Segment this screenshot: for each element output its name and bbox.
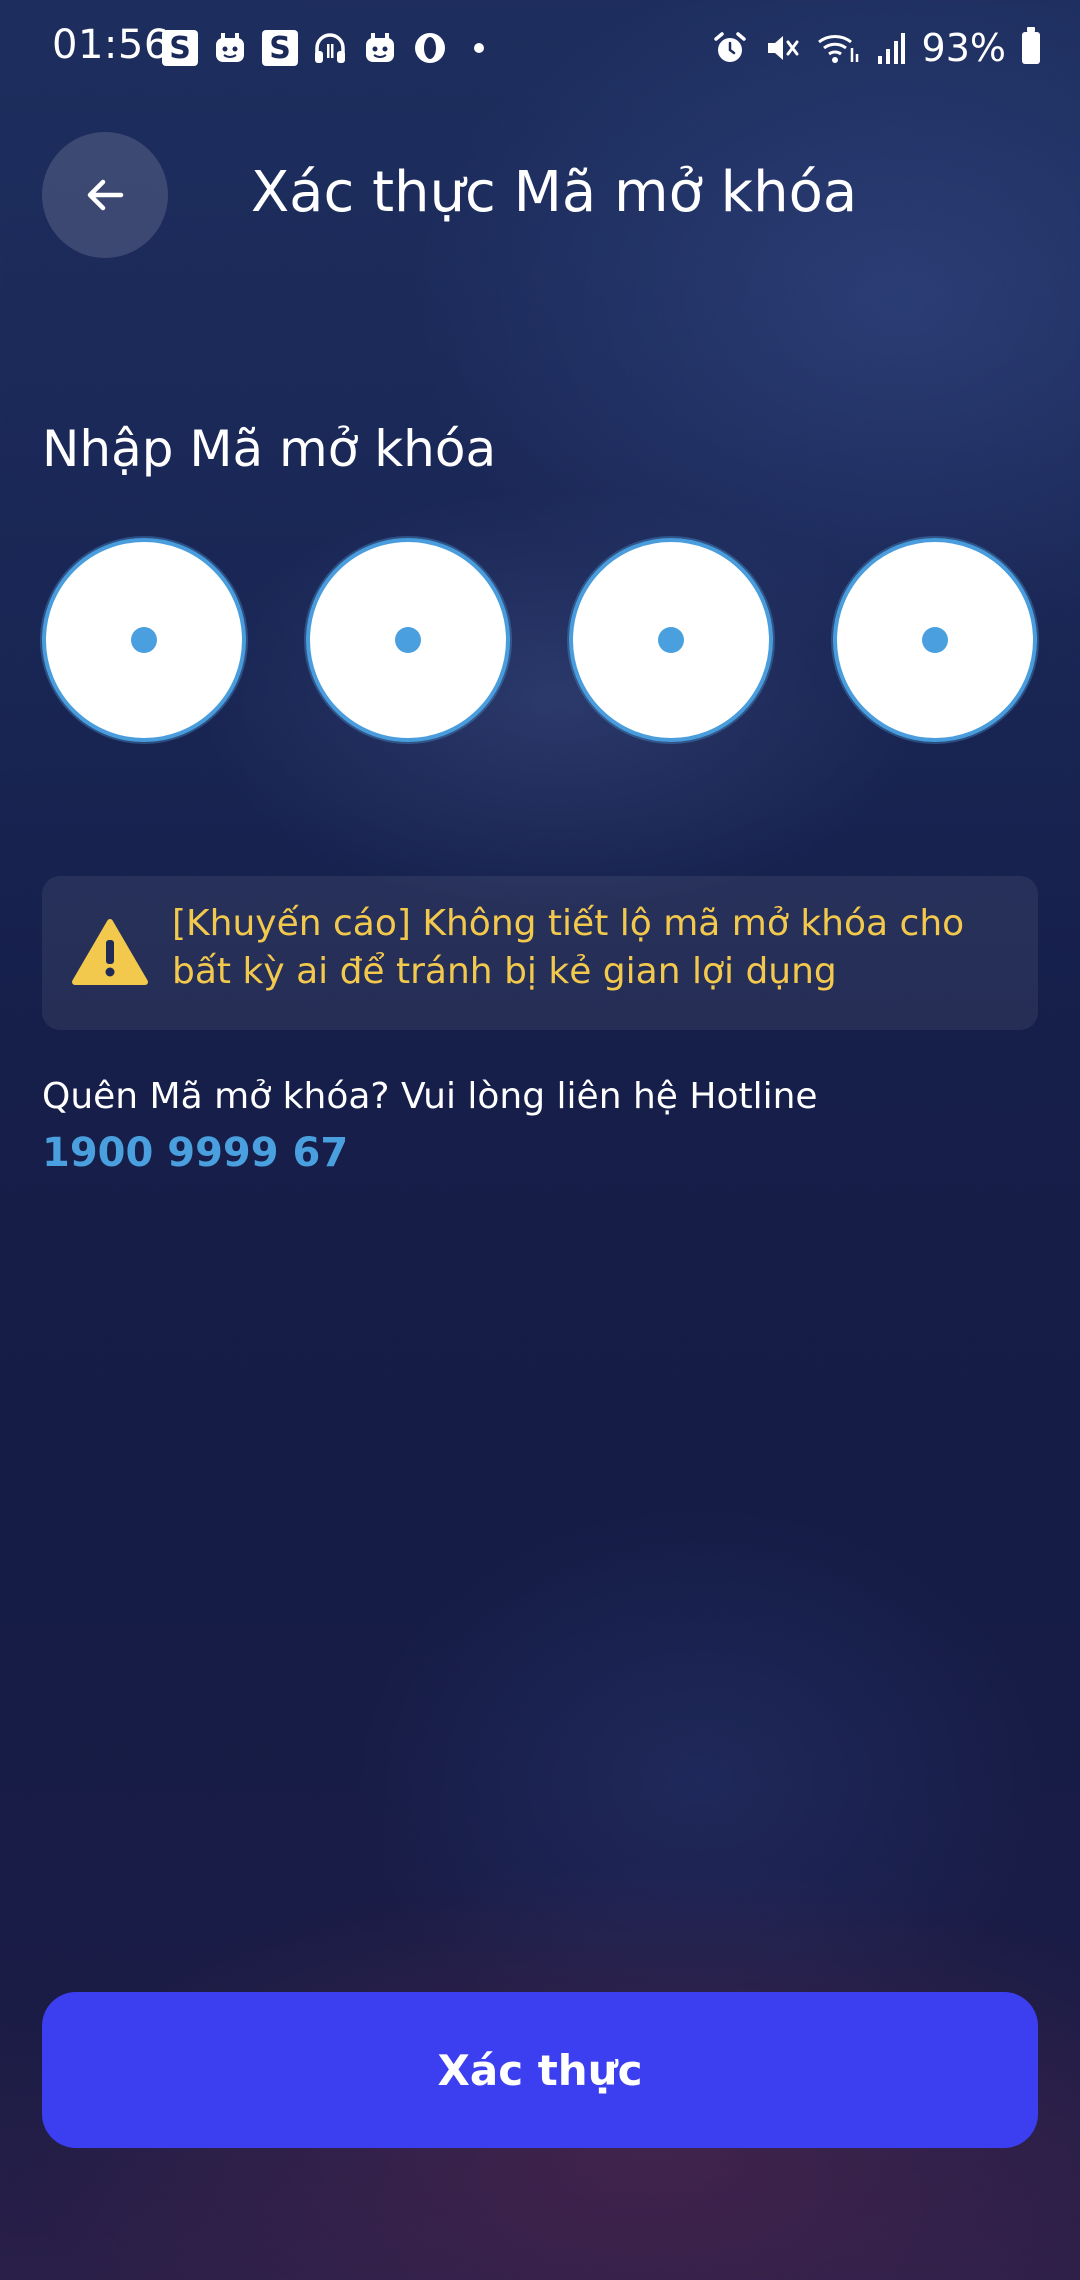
signal-icon <box>877 33 905 64</box>
alarm-icon <box>713 32 746 62</box>
status-time: 01:56 <box>52 22 170 68</box>
pin-digit-4[interactable] <box>833 538 1037 742</box>
headphones-icon <box>315 33 345 63</box>
pin-dot <box>922 627 948 653</box>
warning-text: [Khuyến cáo] Không tiết lộ mã mở khóa ch… <box>172 903 965 992</box>
face-icon <box>216 33 244 62</box>
s-icon: S <box>162 30 198 66</box>
status-bar: 01:56 S S 93% <box>0 0 1080 100</box>
verify-button[interactable]: Xác thực <box>42 1992 1038 2148</box>
pin-label: Nhập Mã mở khóa <box>42 420 497 478</box>
notification-icons: S S <box>162 30 484 66</box>
mute-icon <box>767 36 799 60</box>
pin-dot <box>395 627 421 653</box>
warning-triangle-icon <box>72 919 148 985</box>
pin-dot <box>131 627 157 653</box>
pin-digit-2[interactable] <box>306 538 510 742</box>
pin-input[interactable] <box>42 538 1038 742</box>
wifi-icon <box>817 35 858 63</box>
pin-digit-1[interactable] <box>42 538 246 742</box>
system-icons: 93% <box>712 26 1040 70</box>
o-icon <box>415 33 445 63</box>
warning-box: [Khuyến cáo] Không tiết lộ mã mở khóa ch… <box>42 876 1038 1030</box>
face-icon-2 <box>366 33 394 62</box>
pin-digit-3[interactable] <box>569 538 773 742</box>
battery-icon <box>1022 27 1040 64</box>
battery-percent: 93% <box>921 26 1006 70</box>
forgot-code-text: Quên Mã mở khóa? Vui lòng liên hệ Hotlin… <box>42 1076 818 1117</box>
dot-icon <box>474 43 484 53</box>
page-title: Xác thực Mã mở khóa <box>250 160 858 225</box>
hotline-link[interactable]: 1900 9999 67 <box>42 1130 348 1176</box>
s-icon-2: S <box>262 30 298 66</box>
pin-dot <box>658 627 684 653</box>
